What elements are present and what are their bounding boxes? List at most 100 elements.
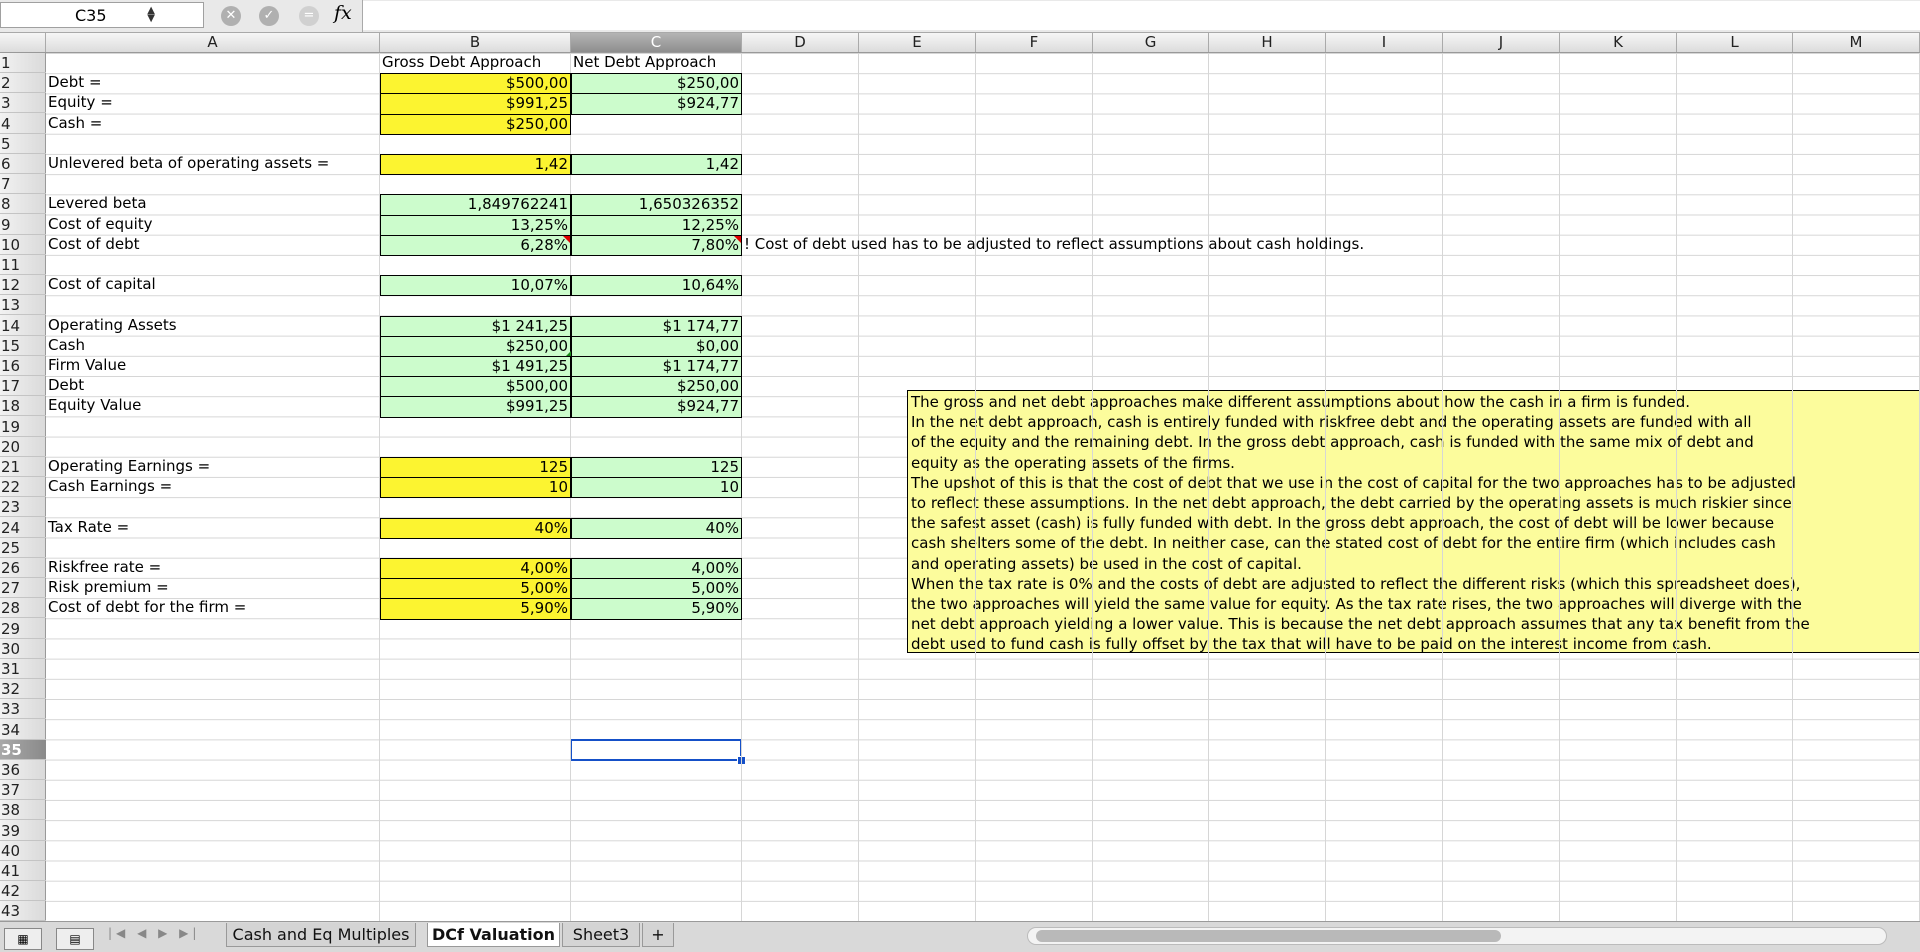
scrollbar-thumb[interactable] [1036,930,1501,942]
fx-icon[interactable]: fx [334,2,352,24]
cell-c2[interactable]: $250,00 [571,73,742,95]
cell-a26[interactable]: Riskfree rate = [46,558,161,578]
row-header-43[interactable]: 43 [0,901,46,922]
row-header-31[interactable]: 31 [0,659,46,679]
cell-b3[interactable]: $991,25 [380,93,571,115]
cell-a28[interactable]: Cost of debt for the firm = [46,598,246,618]
row-header-24[interactable]: 24 [0,518,46,538]
cell-b12[interactable]: 10,07% [380,275,571,297]
row-header-9[interactable]: 9 [0,215,46,235]
column-header-d[interactable]: D [742,33,859,52]
cell-c28[interactable]: 5,90% [571,598,742,620]
cell-a15[interactable]: Cash [46,336,85,356]
column-header-a[interactable]: A [46,33,380,52]
row-header-20[interactable]: 20 [0,437,46,457]
row-header-13[interactable]: 13 [0,295,46,316]
page-layout-icon[interactable]: ▤ [56,928,94,950]
cell-b2[interactable]: $500,00 [380,73,571,95]
cell-a2[interactable]: Debt = [46,73,102,93]
cell-d10-note[interactable]: ! Cost of debt used has to be adjusted t… [742,235,1364,255]
confirm-icon[interactable]: ✓ [259,6,279,26]
row-header-39[interactable]: 39 [0,821,46,841]
cell-c9[interactable]: 12,25% [571,214,742,236]
cell-b4[interactable]: $250,00 [380,113,571,135]
cell-b14[interactable]: $1 241,25 [380,315,571,337]
formula-input[interactable] [363,1,1920,30]
cell-a9[interactable]: Cost of equity [46,215,153,235]
comment-indicator-icon[interactable] [734,235,741,243]
name-box[interactable]: C35 ▲ ▼ [0,2,204,28]
row-header-14[interactable]: 14 [0,316,46,336]
name-box-stepper-icon[interactable]: ▲ ▼ [147,6,155,24]
cell-b10[interactable]: 6,28% [380,234,571,256]
row-header-38[interactable]: 38 [0,800,46,821]
cell-b18[interactable]: $991,25 [380,396,571,418]
row-header-16[interactable]: 16 [0,356,46,376]
cell-b17[interactable]: $500,00 [380,376,571,398]
column-header-g[interactable]: G [1093,33,1209,52]
row-header-23[interactable]: 23 [0,497,46,518]
cancel-icon[interactable]: ✕ [221,6,241,26]
row-header-8[interactable]: 8 [0,194,46,215]
row-header-1[interactable]: 1 [0,53,46,73]
cell-b6[interactable]: 1,42 [380,154,571,176]
row-header-25[interactable]: 25 [0,538,46,558]
row-header-11[interactable]: 11 [0,255,46,275]
column-header-h[interactable]: H [1209,33,1326,52]
cell-c15[interactable]: $0,00 [571,335,742,357]
column-header-i[interactable]: I [1326,33,1443,52]
row-header-28[interactable]: 28 [0,598,46,619]
selected-cell-c35[interactable] [570,738,742,761]
cell-c18[interactable]: $924,77 [571,396,742,418]
row-header-41[interactable]: 41 [0,861,46,881]
cell-c14[interactable]: $1 174,77 [571,315,742,337]
column-header-e[interactable]: E [859,33,976,52]
row-header-36[interactable]: 36 [0,760,46,780]
row-header-26[interactable]: 26 [0,558,46,578]
cell-c21[interactable]: 125 [571,457,742,479]
cell-c6[interactable]: 1,42 [571,154,742,176]
sheet-grid[interactable]: The gross and net debt approaches make d… [46,53,1920,921]
row-header-29[interactable]: 29 [0,619,46,639]
row-header-17[interactable]: 17 [0,376,46,397]
row-header-21[interactable]: 21 [0,457,46,477]
cell-c10[interactable]: 7,80% [571,234,742,256]
row-header-32[interactable]: 32 [0,679,46,700]
cell-c27[interactable]: 5,00% [571,578,742,600]
row-header-27[interactable]: 27 [0,578,46,599]
select-all-corner[interactable] [0,33,46,52]
normal-view-icon[interactable]: ▦ [4,928,42,950]
cell-c26[interactable]: 4,00% [571,558,742,580]
sheet-tab-sheet3[interactable]: Sheet3 [562,923,640,947]
cell-a27[interactable]: Risk premium = [46,578,169,598]
cell-b1[interactable]: Gross Debt Approach [380,53,571,73]
cell-a24[interactable]: Tax Rate = [46,518,129,538]
row-header-3[interactable]: 3 [0,93,46,114]
cell-b9[interactable]: 13,25% [380,214,571,236]
explanation-textbox[interactable]: The gross and net debt approaches make d… [907,390,1920,653]
comment-indicator-icon[interactable] [563,235,570,243]
column-header-j[interactable]: J [1443,33,1560,52]
row-header-4[interactable]: 4 [0,114,46,134]
row-header-5[interactable]: 5 [0,134,46,154]
column-header-k[interactable]: K [1560,33,1677,52]
cell-b27[interactable]: 5,00% [380,578,571,600]
row-header-6[interactable]: 6 [0,154,46,174]
cell-b26[interactable]: 4,00% [380,558,571,580]
row-header-30[interactable]: 30 [0,639,46,659]
column-header-b[interactable]: B [380,33,571,52]
cell-b8[interactable]: 1,849762241 [380,194,571,216]
row-header-12[interactable]: 12 [0,275,46,296]
column-header-l[interactable]: L [1677,33,1793,52]
formula-icon[interactable]: = [299,6,319,26]
row-header-10[interactable]: 10 [0,235,46,255]
cell-c22[interactable]: 10 [571,477,742,499]
row-header-37[interactable]: 37 [0,780,46,801]
cell-c16[interactable]: $1 174,77 [571,356,742,378]
row-header-40[interactable]: 40 [0,841,46,861]
row-header-7[interactable]: 7 [0,174,46,195]
row-header-18[interactable]: 18 [0,396,46,417]
cell-a16[interactable]: Firm Value [46,356,126,376]
row-header-22[interactable]: 22 [0,477,46,498]
sheet-tab-dcf-valuation[interactable]: DCf Valuation [427,923,560,947]
